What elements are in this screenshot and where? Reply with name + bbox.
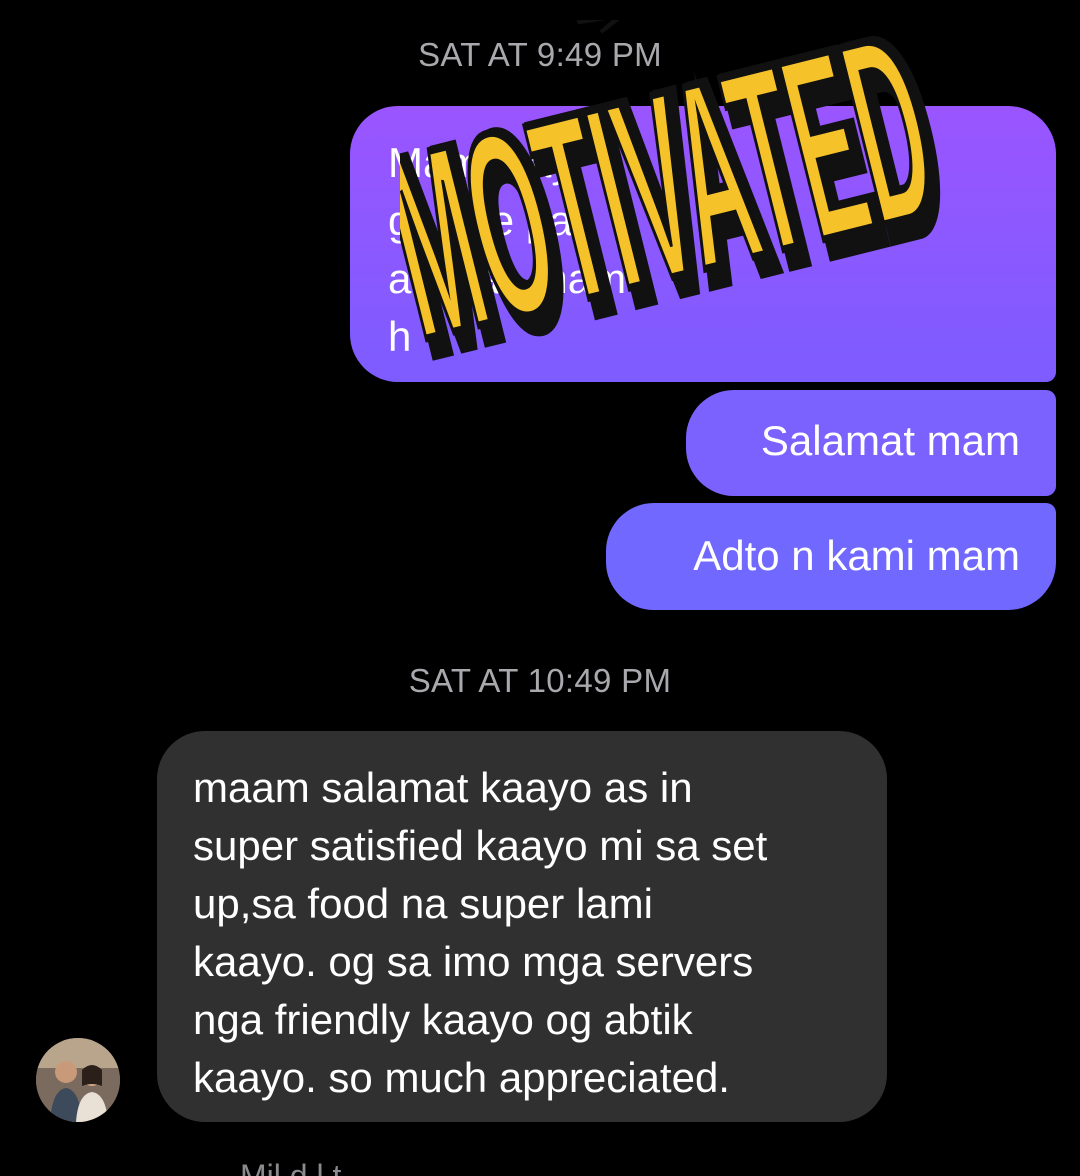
partial-footer-text: Mil d l t xyxy=(240,1158,342,1176)
chat-screen: SAT AT 9:49 PM Mam may goh se pa a bwas … xyxy=(0,0,1080,1176)
timestamp-sat-949pm: SAT AT 9:49 PM xyxy=(418,36,662,73)
sent-message-bubble-1[interactable]: Mam may goh se pa a bwas mam h xyxy=(350,106,1056,382)
contact-avatar[interactable] xyxy=(36,1038,120,1122)
timestamp-sat-1049pm: SAT AT 10:49 PM xyxy=(408,662,672,699)
sent-message-bubble-2[interactable]: Salamat mam xyxy=(686,390,1056,496)
sent-message-bubble-3[interactable]: Adto n kami mam xyxy=(606,503,1056,610)
avatar-photo-icon xyxy=(36,1038,120,1122)
lightning-bolt-icon xyxy=(576,20,679,34)
received-message-bubble[interactable]: maam salamat kaayo as in super satisfied… xyxy=(157,731,887,1122)
